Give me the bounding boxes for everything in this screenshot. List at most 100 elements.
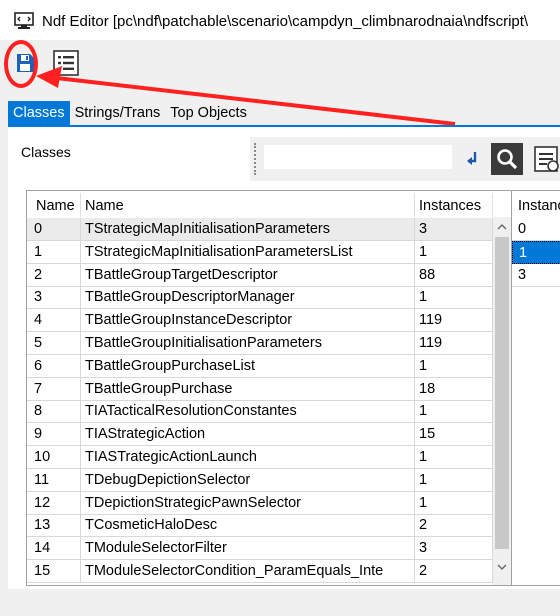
row-index-cell: 10 xyxy=(27,446,81,469)
properties-icon xyxy=(534,146,559,172)
row-name-cell: TBattleGroupTargetDescriptor xyxy=(81,263,415,287)
column-header-index[interactable]: Name xyxy=(27,193,81,217)
tab-strings-trans[interactable]: Strings/Trans xyxy=(70,101,166,125)
column-header-name[interactable]: Name xyxy=(81,193,415,217)
table-row[interactable]: 1 TStrategicMapInitialisationParametersLi… xyxy=(27,240,493,264)
chevron-down-icon xyxy=(497,564,507,570)
row-instances-cell: 3 xyxy=(415,218,493,241)
table-row[interactable]: 12 TDepictionStrategicPawnSelector 1 xyxy=(27,491,493,515)
floppy-disk-icon xyxy=(17,54,34,72)
row-index-cell: 12 xyxy=(27,491,81,515)
table-row[interactable]: 2 TBattleGroupTargetDescriptor 88 xyxy=(27,263,493,287)
tab-classes[interactable]: Classes xyxy=(8,101,70,125)
save-button[interactable] xyxy=(10,48,40,78)
toolbar-grip xyxy=(254,143,259,175)
row-index-cell: 4 xyxy=(27,309,81,333)
row-index-cell: 0 xyxy=(27,218,81,241)
row-index-cell: 7 xyxy=(27,377,81,401)
row-index-cell: 14 xyxy=(27,537,81,561)
row-index-cell: 2 xyxy=(27,263,81,287)
instance-table: Instance 013 xyxy=(511,190,560,586)
scroll-up-button[interactable] xyxy=(493,219,511,235)
row-index-cell: 6 xyxy=(27,354,81,378)
column-header-instance[interactable]: Instance xyxy=(512,193,560,217)
tab-top-objects[interactable]: Top Objects xyxy=(165,101,252,125)
table-row[interactable]: 7 TBattleGroupPurchase 18 xyxy=(27,377,493,401)
status-bar xyxy=(0,589,560,616)
row-instances-cell: 1 xyxy=(415,491,493,515)
row-name-cell: TStrategicMapInitialisationParametersLis… xyxy=(81,240,415,264)
table-row[interactable]: 13 TCosmeticHaloDesc 2 xyxy=(27,514,493,538)
table-row[interactable]: 8 TIATacticalResolutionConstantes 1 xyxy=(27,400,493,424)
search-input[interactable] xyxy=(264,145,452,169)
table-row[interactable]: 4 TBattleGroupInstanceDescriptor 119 xyxy=(27,309,493,333)
row-index-cell: 13 xyxy=(27,514,81,538)
search-icon xyxy=(497,149,518,170)
row-name-cell: TBattleGroupPurchaseList xyxy=(81,354,415,378)
properties-button[interactable] xyxy=(531,143,560,175)
row-instances-cell: 1 xyxy=(415,400,493,424)
row-instances-cell: 2 xyxy=(415,560,493,583)
row-name-cell: TDepictionStrategicPawnSelector xyxy=(81,491,415,515)
row-name-cell: TModuleSelectorCondition_ParamEquals_Int… xyxy=(81,560,415,583)
table-header: Name Name Instances xyxy=(27,193,493,217)
classes-label: Classes xyxy=(21,144,71,160)
instance-row[interactable]: 3 xyxy=(512,264,560,287)
row-index-cell: 11 xyxy=(27,468,81,492)
table-row[interactable]: 0 TStrategicMapInitialisationParameters 3 xyxy=(27,218,493,241)
row-instances-cell: 15 xyxy=(415,423,493,447)
row-instances-cell: 1 xyxy=(415,446,493,469)
row-index-cell: 9 xyxy=(27,423,81,447)
vertical-scrollbar[interactable] xyxy=(493,217,511,585)
row-instances-cell: 119 xyxy=(415,309,493,333)
row-instances-cell: 1 xyxy=(415,286,493,310)
row-instances-cell: 1 xyxy=(415,240,493,264)
list-view-button[interactable] xyxy=(51,48,81,78)
column-header-instances[interactable]: Instances xyxy=(415,193,493,217)
search-button[interactable] xyxy=(491,143,523,175)
row-name-cell: TBattleGroupInitialisationParameters xyxy=(81,332,415,355)
instance-row[interactable]: 0 xyxy=(512,218,560,241)
list-view-icon xyxy=(53,50,79,76)
tab-strip: Classes Strings/Trans Top Objects xyxy=(8,101,252,125)
table-row[interactable]: 9 TIAStrategicAction 15 xyxy=(27,423,493,447)
row-instances-cell: 88 xyxy=(415,263,493,287)
table-row[interactable]: 3 TBattleGroupDescriptorManager 1 xyxy=(27,286,493,310)
row-name-cell: TBattleGroupPurchase xyxy=(81,377,415,401)
row-instances-cell: 119 xyxy=(415,332,493,355)
class-table: Name Name Instances 0 TStrategicMapInitia… xyxy=(26,190,511,586)
row-name-cell: TIATacticalResolutionConstantes xyxy=(81,400,415,424)
row-name-cell: TDebugDepictionSelector xyxy=(81,468,415,492)
clear-arrow-icon xyxy=(467,152,477,165)
table-row[interactable]: 14 TModuleSelectorFilter 3 xyxy=(27,537,493,561)
row-index-cell: 3 xyxy=(27,286,81,310)
scroll-down-button[interactable] xyxy=(493,559,511,575)
row-index-cell: 5 xyxy=(27,332,81,355)
row-name-cell: TModuleSelectorFilter xyxy=(81,537,415,561)
row-instances-cell: 18 xyxy=(415,377,493,401)
table-row[interactable]: 10 TIASTrategicActionLaunch 1 xyxy=(27,446,493,469)
row-instances-cell: 2 xyxy=(415,514,493,538)
instance-row[interactable]: 1 xyxy=(512,240,560,264)
scroll-thumb[interactable] xyxy=(495,237,509,549)
row-index-cell: 8 xyxy=(27,400,81,424)
row-instances-cell: 1 xyxy=(415,354,493,378)
row-index-cell: 15 xyxy=(27,560,81,583)
title-bar: Ndf Editor [pc\ndf\patchable\scenario\ca… xyxy=(0,0,560,40)
clear-search-button[interactable] xyxy=(461,146,485,170)
row-index-cell: 1 xyxy=(27,240,81,264)
row-name-cell: TCosmeticHaloDesc xyxy=(81,514,415,538)
monitor-icon xyxy=(14,12,34,29)
table-row[interactable]: 11 TDebugDepictionSelector 1 xyxy=(27,468,493,492)
row-name-cell: TIASTrategicActionLaunch xyxy=(81,446,415,469)
row-name-cell: TBattleGroupInstanceDescriptor xyxy=(81,309,415,333)
row-instances-cell: 3 xyxy=(415,537,493,561)
table-row[interactable]: 6 TBattleGroupPurchaseList 1 xyxy=(27,354,493,378)
row-instances-cell: 1 xyxy=(415,468,493,492)
window-title: Ndf Editor [pc\ndf\patchable\scenario\ca… xyxy=(42,13,529,30)
table-row[interactable]: 5 TBattleGroupInitialisationParameters 119 xyxy=(27,332,493,355)
row-name-cell: TIAStrategicAction xyxy=(81,423,415,447)
chevron-up-icon xyxy=(497,224,507,230)
table-row[interactable]: 15 TModuleSelectorCondition_ParamEquals_I… xyxy=(27,560,493,583)
toolbar xyxy=(0,40,560,94)
